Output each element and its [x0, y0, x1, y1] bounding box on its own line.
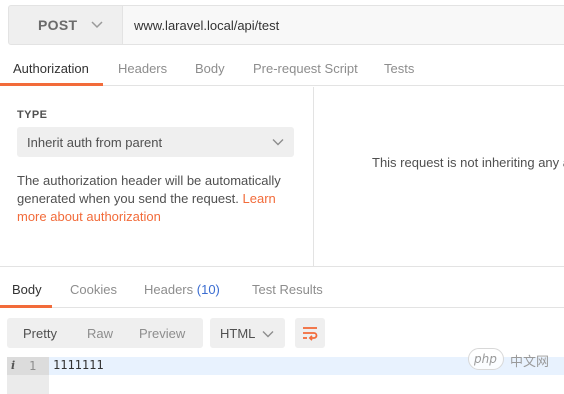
method-label: POST [38, 17, 78, 33]
response-tabs: Body Cookies Headers (10) Test Results [0, 268, 564, 308]
tab-body[interactable]: Body [195, 61, 225, 76]
response-tab-test-results[interactable]: Test Results [252, 282, 323, 297]
tab-tests[interactable]: Tests [384, 61, 414, 76]
raw-button[interactable]: Raw [87, 326, 113, 341]
request-bar: POST www.laravel.local/api/test [0, 0, 564, 52]
response-tab-body[interactable]: Body [12, 282, 42, 297]
chevron-down-icon [91, 21, 103, 29]
type-label: TYPE [17, 109, 48, 121]
auth-description-text: The authorization header will be automat… [17, 173, 281, 206]
tab-authorization[interactable]: Authorization [13, 61, 89, 76]
headers-count-badge: (10) [196, 282, 220, 297]
auth-config: TYPE Inherit auth from parent The author… [0, 87, 314, 267]
watermark-badge: php [468, 348, 504, 370]
url-text: www.laravel.local/api/test [134, 18, 280, 33]
preview-button[interactable]: Preview [139, 326, 185, 341]
auth-description: The authorization header will be automat… [17, 172, 292, 226]
auth-type-select[interactable]: Inherit auth from parent [17, 127, 294, 157]
wrap-lines-icon [303, 327, 318, 341]
response-tab-headers[interactable]: Headers (10) [144, 282, 220, 297]
response-tab-cookies[interactable]: Cookies [70, 282, 117, 297]
info-icon: i [11, 359, 16, 372]
pretty-button[interactable]: Pretty [23, 326, 57, 341]
watermark-text: 中文网 [510, 354, 550, 369]
format-toggle-group: Pretty Raw Preview [7, 318, 203, 348]
watermark-badge-text: php [474, 352, 497, 366]
chevron-down-icon [262, 331, 274, 338]
tab-headers[interactable]: Headers [118, 61, 167, 76]
auth-panel: TYPE Inherit auth from parent The author… [0, 87, 564, 267]
request-tabs: Authorization Headers Body Pre-request S… [0, 52, 564, 86]
code-line-text: 1111111 [53, 358, 104, 372]
language-select[interactable]: HTML [210, 318, 285, 348]
method-select[interactable]: POST [8, 5, 123, 45]
line-number: 1 [29, 359, 37, 373]
url-input[interactable]: www.laravel.local/api/test [123, 5, 564, 45]
wrap-lines-button[interactable] [295, 318, 325, 348]
response-tab-headers-label: Headers [144, 282, 194, 297]
language-value: HTML [220, 326, 256, 341]
tab-pre-request-script[interactable]: Pre-request Script [253, 61, 358, 76]
inherit-message: This request is not inheriting any a [372, 155, 564, 170]
active-response-tab-indicator [0, 305, 52, 308]
chevron-down-icon [272, 139, 284, 146]
active-tab-indicator [0, 83, 103, 86]
watermark: php 中文网 [468, 346, 564, 372]
auth-type-value: Inherit auth from parent [27, 135, 163, 150]
